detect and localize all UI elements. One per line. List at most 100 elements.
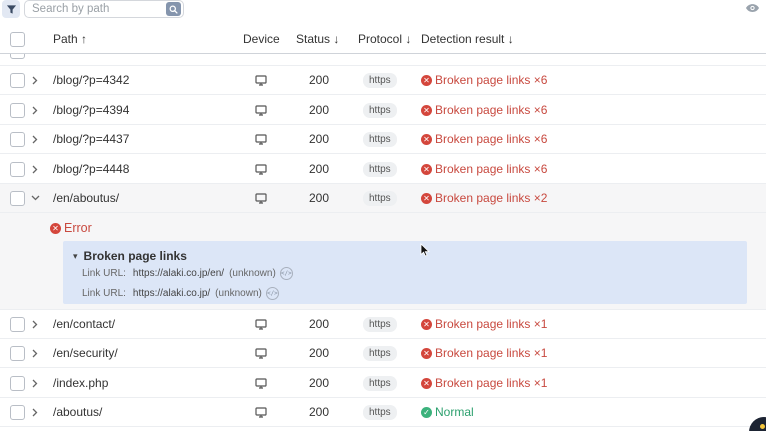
code-icon[interactable]: </> [279, 267, 293, 280]
search-button[interactable] [166, 2, 181, 16]
code-icon[interactable]: </> [265, 287, 279, 300]
column-header-status[interactable]: Status ↓ [296, 32, 339, 46]
detection-result-label: Broken page links ×6 [435, 103, 548, 117]
search-box [24, 0, 184, 18]
detection-result: ✕ Broken page links ×1 [421, 346, 547, 360]
link-state: (unknown) [215, 288, 262, 299]
link-url[interactable]: https://alaki.co.jp/en/ [133, 268, 224, 279]
filter-button[interactable] [2, 0, 20, 18]
row-checkbox[interactable] [10, 191, 25, 206]
detection-result: ✕ Broken page links ×6 [421, 162, 547, 176]
visibility-toggle[interactable] [744, 1, 760, 15]
desktop-icon [255, 407, 267, 418]
chevron-right-icon[interactable] [30, 104, 40, 116]
eye-icon [745, 4, 759, 12]
row-checkbox[interactable] [10, 346, 25, 361]
search-input[interactable] [32, 2, 162, 16]
desktop-icon [255, 319, 267, 330]
search-icon [169, 5, 178, 14]
select-all-checkbox[interactable] [10, 32, 25, 47]
desktop-icon [255, 378, 267, 389]
chevron-down-icon: ▾ [73, 250, 78, 261]
error-label: Error [64, 221, 92, 235]
table-row[interactable]: /index.php 200 https ✕ Broken page links ×1 [0, 369, 766, 398]
table-row[interactable]: /en/security/200 https ✕ Broken page links … [0, 339, 766, 368]
desktop-icon [255, 164, 267, 175]
table-row[interactable]: /en/aboutus/200 https ✕ Broken page links ×… [0, 184, 766, 213]
protocol-badge: https [363, 405, 397, 420]
chevron-down-icon[interactable] [30, 192, 40, 204]
row-status: 200 [309, 317, 330, 331]
error-x-icon: ✕ [421, 133, 432, 145]
protocol-badge: https [363, 162, 397, 177]
row-path[interactable]: /blog/?p=4448 [53, 162, 129, 176]
desktop-icon [255, 75, 267, 86]
row-checkbox[interactable] [10, 162, 25, 177]
error-x-icon: ✕ [50, 222, 61, 234]
error-x-icon: ✕ [421, 163, 432, 175]
error-x-icon: ✕ [421, 74, 432, 86]
detection-result-label: Broken page links ×6 [435, 162, 548, 176]
row-path[interactable]: /blog/?p=4394 [53, 103, 129, 117]
row-checkbox[interactable] [10, 73, 25, 88]
link-url[interactable]: https://alaki.co.jp/ [133, 288, 210, 299]
row-path[interactable]: /blog/?p=4437 [53, 132, 129, 146]
row-detail-panel: ✕ Error ▾ Broken page links Link URL: ht… [0, 213, 766, 310]
protocol-badge: https [363, 103, 397, 118]
row-checkbox[interactable] [10, 103, 25, 118]
error-x-icon: ✕ [421, 377, 432, 389]
detection-result: ✕ Broken page links ×6 [421, 73, 547, 87]
mouse-cursor-icon [420, 243, 430, 257]
row-checkbox[interactable] [10, 132, 25, 147]
detection-result-label: Broken page links ×1 [435, 376, 548, 390]
broken-links-toggle[interactable]: ▾ Broken page links [73, 249, 187, 263]
protocol-badge: https [363, 376, 397, 391]
detection-result-label: Broken page links ×1 [435, 346, 548, 360]
detection-result: ✕ Broken page links ×6 [421, 132, 547, 146]
row-checkbox[interactable] [10, 376, 25, 391]
chevron-right-icon[interactable] [30, 347, 40, 359]
detection-result: ✓ Normal [421, 405, 474, 419]
broken-links-title: Broken page links [83, 249, 187, 263]
table-row[interactable]: /blog/?p=4448 200 https ✕ Broken page links … [0, 155, 766, 184]
row-path[interactable]: /blog/?p=4342 [53, 73, 129, 87]
filter-icon [6, 4, 16, 14]
chevron-right-icon[interactable] [30, 163, 40, 175]
row-path[interactable]: /en/security/ [53, 346, 118, 360]
table-row[interactable]: /blog/?p=4394 200 https ✕ Broken page links … [0, 96, 766, 125]
link-label: Link URL: [82, 268, 126, 279]
chevron-right-icon[interactable] [30, 133, 40, 145]
column-header-result[interactable]: Detection result ↓ [421, 32, 514, 46]
table-row[interactable]: /blog/?p=4342 200 https ✕ Broken page links … [0, 66, 766, 95]
table-row[interactable]: /en/contact/200 https ✕ Broken page links ×… [0, 310, 766, 339]
column-header-device: Device [243, 32, 280, 46]
column-header-protocol[interactable]: Protocol ↓ [358, 32, 411, 46]
column-header-path[interactable]: Path ↑ [53, 32, 87, 46]
notification-dot [760, 424, 765, 429]
chevron-right-icon[interactable] [30, 406, 40, 418]
row-status: 200 [309, 162, 330, 176]
table-row[interactable]: /aboutus/200 https ✓ Normal [0, 398, 766, 427]
table-row[interactable]: /blog/?p=4437 200 https ✕ Broken page links … [0, 125, 766, 154]
row-path[interactable]: /en/contact/ [53, 317, 115, 331]
link-label: Link URL: [82, 288, 126, 299]
detection-result-label: Broken page links ×6 [435, 73, 548, 87]
row-status: 200 [309, 191, 330, 205]
broken-links-group: ▾ Broken page links Link URL: https://al… [63, 241, 747, 304]
row-path[interactable]: /aboutus/ [53, 405, 102, 419]
row-path[interactable]: /en/aboutus/ [53, 191, 119, 205]
row-checkbox[interactable] [10, 317, 25, 332]
chevron-right-icon[interactable] [30, 377, 40, 389]
detection-result: ✕ Broken page links ×1 [421, 376, 547, 390]
detection-result-label: Broken page links ×6 [435, 132, 548, 146]
detection-result-label: Broken page links ×2 [435, 191, 548, 205]
desktop-icon [255, 193, 267, 204]
chevron-right-icon[interactable] [30, 318, 40, 330]
protocol-badge: https [363, 191, 397, 206]
detection-result: ✕ Broken page links ×1 [421, 317, 547, 331]
row-path[interactable]: /index.php [53, 376, 108, 390]
chevron-right-icon[interactable] [30, 74, 40, 86]
row-checkbox[interactable] [10, 405, 25, 420]
error-heading: ✕ Error [50, 221, 92, 235]
detection-result: ✕ Broken page links ×2 [421, 191, 547, 205]
